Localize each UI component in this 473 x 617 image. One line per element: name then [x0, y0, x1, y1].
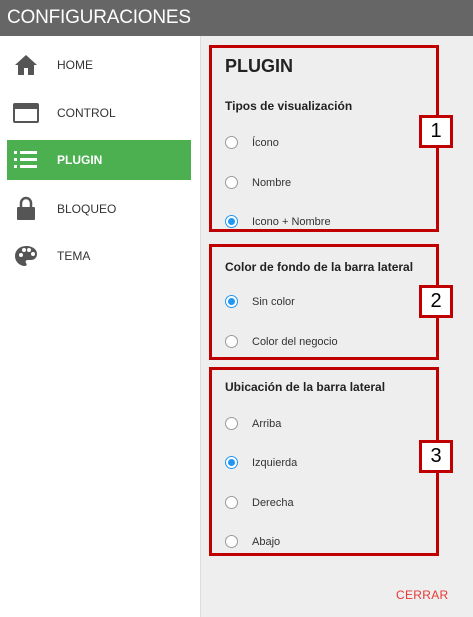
radio-option-abajo[interactable]: Abajo [225, 535, 280, 548]
radio-option-icono-nombre[interactable]: Icono + Nombre [225, 215, 331, 228]
radio-option-icono[interactable]: Ícono [225, 136, 279, 149]
window-icon [11, 98, 41, 128]
radio-button-checked[interactable] [225, 215, 238, 228]
sidebar: HOME CONTROL PLUGIN BLOQUEO TEMA [0, 36, 200, 617]
radio-label: Arriba [252, 417, 282, 430]
sidebar-item-control[interactable]: CONTROL [7, 93, 191, 133]
settings-panel: PLUGIN Tipos de visualización Ícono Nomb… [200, 36, 473, 617]
radio-button-checked[interactable] [225, 456, 238, 469]
radio-label: Color del negocio [252, 335, 338, 348]
radio-label: Ícono [252, 136, 279, 149]
radio-button[interactable] [225, 176, 238, 189]
sidebar-item-label: BLOQUEO [57, 202, 117, 216]
radio-button[interactable] [225, 335, 238, 348]
lock-icon [11, 194, 41, 224]
sidebar-item-home[interactable]: HOME [7, 45, 191, 85]
callout-badge-2: 2 [419, 285, 453, 318]
section-title: PLUGIN [225, 56, 294, 76]
radio-button[interactable] [225, 136, 238, 149]
radio-button[interactable] [225, 535, 238, 548]
sidebar-item-label: HOME [57, 58, 93, 72]
group-title: Ubicación de la barra lateral [225, 380, 386, 394]
radio-option-izquierda[interactable]: Izquierda [225, 456, 297, 469]
radio-label: Icono + Nombre [252, 215, 331, 228]
close-button[interactable]: CERRAR [396, 588, 448, 602]
radio-label: Derecha [252, 496, 294, 509]
radio-button[interactable] [225, 417, 238, 430]
sidebar-item-plugin[interactable]: PLUGIN [7, 140, 191, 180]
radio-button-checked[interactable] [225, 295, 238, 308]
sidebar-item-label: PLUGIN [57, 153, 103, 167]
sidebar-location-group: Ubicación de la barra lateral Arriba Izq… [209, 367, 439, 556]
radio-option-sin-color[interactable]: Sin color [225, 295, 295, 308]
radio-label: Sin color [252, 295, 295, 308]
radio-option-arriba[interactable]: Arriba [225, 417, 281, 430]
radio-option-color-negocio[interactable]: Color del negocio [225, 335, 338, 348]
radio-option-nombre[interactable]: Nombre [225, 176, 291, 189]
callout-badge-1: 1 [419, 115, 453, 148]
visualization-type-group: PLUGIN Tipos de visualización Ícono Nomb… [209, 45, 439, 232]
radio-label: Izquierda [252, 456, 298, 469]
list-icon [11, 145, 41, 175]
sidebar-item-label: TEMA [57, 249, 91, 263]
radio-label: Nombre [252, 176, 292, 189]
sidebar-item-bloqueo[interactable]: BLOQUEO [7, 189, 191, 229]
radio-option-derecha[interactable]: Derecha [225, 496, 294, 509]
radio-button[interactable] [225, 496, 238, 509]
app-title: CONFIGURACIONES [0, 0, 473, 36]
group-title: Tipos de visualización [225, 99, 353, 113]
home-icon [11, 50, 41, 80]
sidebar-item-label: CONTROL [57, 106, 116, 120]
radio-label: Abajo [252, 535, 281, 548]
group-title: Color de fondo de la barra lateral [225, 260, 414, 274]
sidebar-background-group: Color de fondo de la barra lateral Sin c… [209, 244, 439, 360]
sidebar-item-tema[interactable]: TEMA [7, 236, 191, 276]
callout-badge-3: 3 [419, 440, 453, 473]
palette-icon [11, 241, 41, 271]
